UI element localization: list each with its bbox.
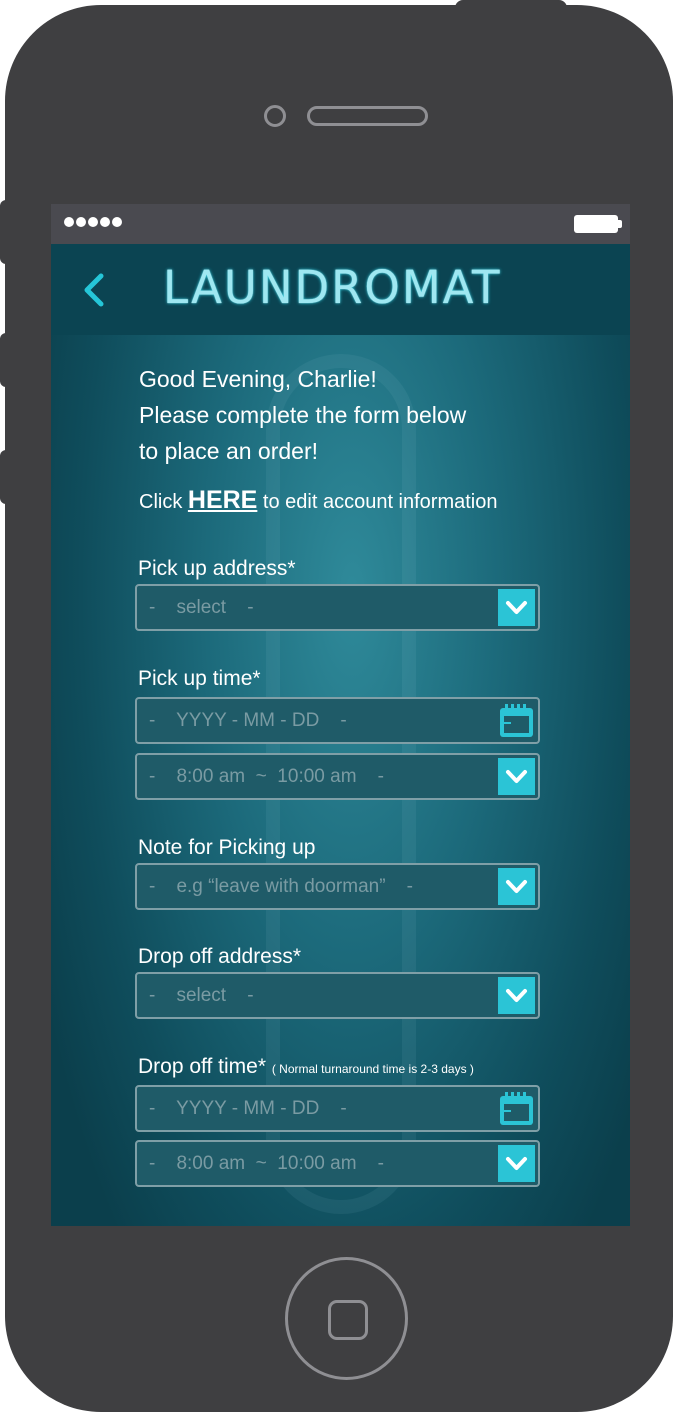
earpiece-speaker	[307, 106, 428, 126]
chevron-down-icon	[506, 880, 527, 893]
pickup-date-placeholder: - YYYY - MM - DD -	[149, 710, 347, 731]
home-button-icon	[328, 1300, 368, 1340]
dropoff-address-placeholder: - select -	[149, 985, 254, 1006]
chevron-down-icon	[506, 601, 527, 614]
pickup-date-field[interactable]: - YYYY - MM - DD -	[135, 697, 540, 744]
edit-account-line: Click HERE to edit account information	[139, 486, 498, 515]
app-header: LAUNDROMAT	[51, 244, 630, 335]
signal-strength-icon	[64, 217, 122, 227]
edit-account-link[interactable]: HERE	[188, 486, 257, 514]
app-title: LAUNDROMAT	[163, 261, 502, 314]
greeting-line: Good Evening, Charlie!	[139, 366, 377, 392]
pickup-time-placeholder: - 8:00 am ~ 10:00 am -	[149, 766, 384, 787]
battery-icon	[574, 215, 622, 233]
dropoff-address-select[interactable]: - select -	[135, 972, 540, 1019]
dropoff-date-placeholder: - YYYY - MM - DD -	[149, 1098, 347, 1119]
pickup-address-placeholder: - select -	[149, 597, 254, 618]
calendar-icon[interactable]	[498, 1090, 535, 1127]
pickup-time-select[interactable]: - 8:00 am ~ 10:00 am -	[135, 753, 540, 800]
app-screen: LAUNDROMAT Good Evening, Charlie! Please…	[51, 204, 630, 1226]
pickup-time-label: Pick up time*	[138, 667, 261, 690]
greeting-text: Good Evening, Charlie! Please complete t…	[139, 361, 466, 469]
dropdown-button[interactable]	[498, 1145, 535, 1182]
dropdown-button[interactable]	[498, 589, 535, 626]
pickup-note-placeholder: - e.g “leave with doorman” -	[149, 876, 413, 897]
greeting-line: Please complete the form below	[139, 402, 467, 428]
pickup-note-select[interactable]: - e.g “leave with doorman” -	[135, 863, 540, 910]
chevron-down-icon	[506, 1157, 527, 1170]
dropoff-time-label-text: Drop off time*	[138, 1055, 266, 1078]
chevron-down-icon	[506, 989, 527, 1002]
chevron-down-icon	[506, 770, 527, 783]
dropoff-time-placeholder: - 8:00 am ~ 10:00 am -	[149, 1153, 384, 1174]
home-button[interactable]	[285, 1257, 408, 1380]
edit-account-prefix: Click	[139, 491, 188, 513]
pickup-address-select[interactable]: - select -	[135, 584, 540, 631]
edit-account-suffix: to edit account information	[257, 491, 498, 513]
dropoff-time-select[interactable]: - 8:00 am ~ 10:00 am -	[135, 1140, 540, 1187]
turnaround-note: ( Normal turnaround time is 2-3 days )	[271, 1062, 474, 1076]
dropoff-time-label: Drop off time* ( Normal turnaround time …	[138, 1055, 474, 1079]
pickup-note-label: Note for Picking up	[138, 836, 316, 859]
dropdown-button[interactable]	[498, 977, 535, 1014]
calendar-icon[interactable]	[498, 702, 535, 739]
pickup-address-label: Pick up address*	[138, 557, 296, 580]
status-bar	[51, 204, 630, 244]
dropoff-address-label: Drop off address*	[138, 945, 302, 968]
dropdown-button[interactable]	[498, 758, 535, 795]
front-camera	[264, 105, 286, 127]
greeting-line: to place an order!	[139, 438, 319, 464]
chevron-left-icon	[84, 273, 104, 307]
back-button[interactable]	[79, 258, 119, 318]
dropoff-date-field[interactable]: - YYYY - MM - DD -	[135, 1085, 540, 1132]
dropdown-button[interactable]	[498, 868, 535, 905]
